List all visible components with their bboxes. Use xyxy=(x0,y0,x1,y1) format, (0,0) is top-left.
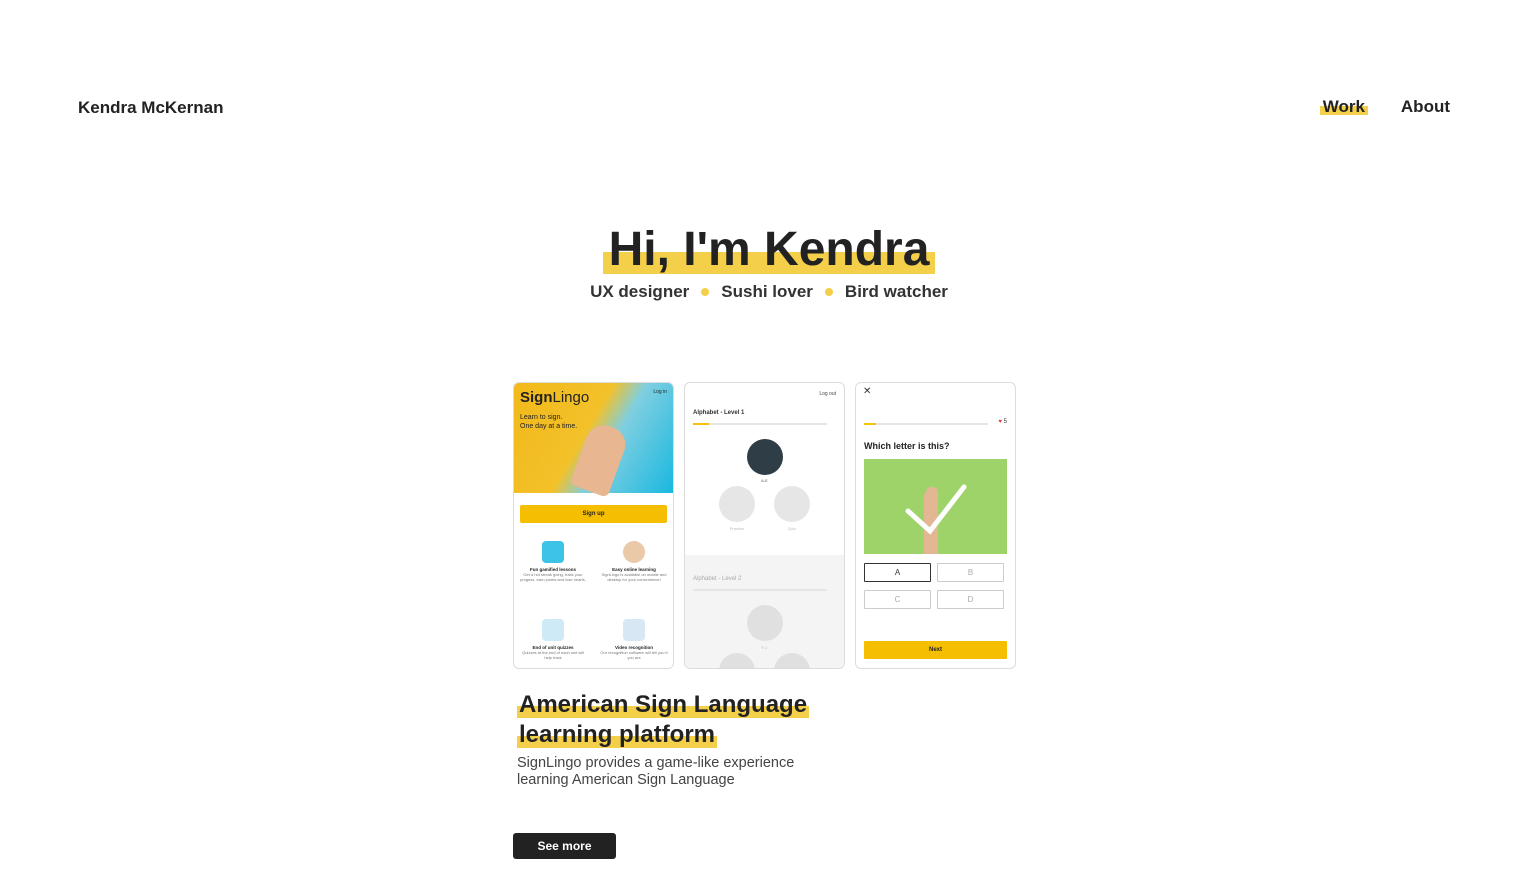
signup-button: Sign up xyxy=(520,505,667,523)
next-button: Next xyxy=(864,641,1007,659)
hand-sign-image xyxy=(569,420,631,498)
exam-icon xyxy=(542,619,564,641)
person-laptop-icon xyxy=(623,541,645,563)
practice-icon xyxy=(719,486,755,522)
level2-progress xyxy=(693,589,827,591)
practice-locked-icon xyxy=(719,653,755,668)
project-screenshots[interactable]: SignLingo Log in Learn to sign. One day … xyxy=(513,382,1016,669)
project-title: American Sign Language learning platform xyxy=(517,691,810,748)
close-icon: ✕ xyxy=(863,386,872,397)
hero-tags: UX designer Sushi lover Bird watcher xyxy=(0,282,1538,302)
screen-levels: Log out Alphabet - Level 1 A-E Practice … xyxy=(684,382,845,669)
feature-video: Video recognition Our recognition softwa… xyxy=(599,619,669,660)
option-d: D xyxy=(937,590,1004,609)
login-link: Log in xyxy=(653,389,667,395)
nav-about[interactable]: About xyxy=(1401,97,1450,117)
landing-tagline: Learn to sign. One day at a time. xyxy=(520,414,578,430)
hand-sign-photo xyxy=(864,459,1007,554)
feature-quizzes: End of unit quizzes Quizzes at the end o… xyxy=(518,619,588,660)
quiz-locked-icon xyxy=(774,653,810,668)
video-recognition-icon xyxy=(623,619,645,641)
level2-heading: Alphabet - Level 2 xyxy=(693,576,742,582)
feature-gamified: Fun gamified lessons Get a hot streak go… xyxy=(518,541,588,582)
tag-sushi-lover: Sushi lover xyxy=(721,282,813,301)
tag-bird-watcher: Bird watcher xyxy=(844,282,948,301)
medal-icon xyxy=(542,541,564,563)
brand-name[interactable]: Kendra McKernan xyxy=(78,98,223,118)
practice-label: Practice xyxy=(729,526,745,531)
logout-link: Log out xyxy=(819,391,836,397)
hero-title: Hi, I'm Kendra xyxy=(602,222,936,278)
quiz-question: Which letter is this? xyxy=(864,441,950,451)
level2-section: Alphabet - Level 2 F-J xyxy=(685,555,844,668)
screen-landing: SignLingo Log in Learn to sign. One day … xyxy=(513,382,674,669)
screen-quiz: ✕ ♥ 5 Which letter is this? A B C D Next xyxy=(855,382,1016,669)
signlingo-logo: SignLingo xyxy=(520,389,590,406)
project-description: SignLingo provides a game-like experienc… xyxy=(517,755,795,788)
option-c: C xyxy=(864,590,931,609)
level2-node-label: F-J xyxy=(761,645,768,650)
quiz-progress xyxy=(864,423,988,425)
level1-heading: Alphabet - Level 1 xyxy=(693,410,745,416)
hero: Hi, I'm Kendra UX designer Sushi lover B… xyxy=(0,222,1538,302)
heart-icon: ♥ xyxy=(998,419,1002,425)
quiz-label: Quiz xyxy=(787,526,797,531)
hearts-counter: ♥ 5 xyxy=(998,419,1007,425)
level1-progress xyxy=(693,423,827,425)
separator-dot xyxy=(701,288,710,296)
main-nav: Work About xyxy=(1319,97,1450,117)
landing-hero-image: SignLingo Log in Learn to sign. One day … xyxy=(514,383,673,498)
trophy-icon xyxy=(774,486,810,522)
nav-work[interactable]: Work xyxy=(1319,97,1369,117)
feature-online: Easy online learning SignLingo is availa… xyxy=(599,541,669,582)
see-more-button[interactable]: See more xyxy=(513,833,616,859)
separator-dot xyxy=(824,288,833,296)
option-a: A xyxy=(864,563,931,582)
abc-blocks-icon xyxy=(747,439,783,475)
abc-blocks-locked-icon xyxy=(747,605,783,641)
option-b: B xyxy=(937,563,1004,582)
tag-ux-designer: UX designer xyxy=(590,282,690,301)
checkmark-icon xyxy=(905,484,967,554)
level1-node-label: A-E xyxy=(761,478,768,483)
